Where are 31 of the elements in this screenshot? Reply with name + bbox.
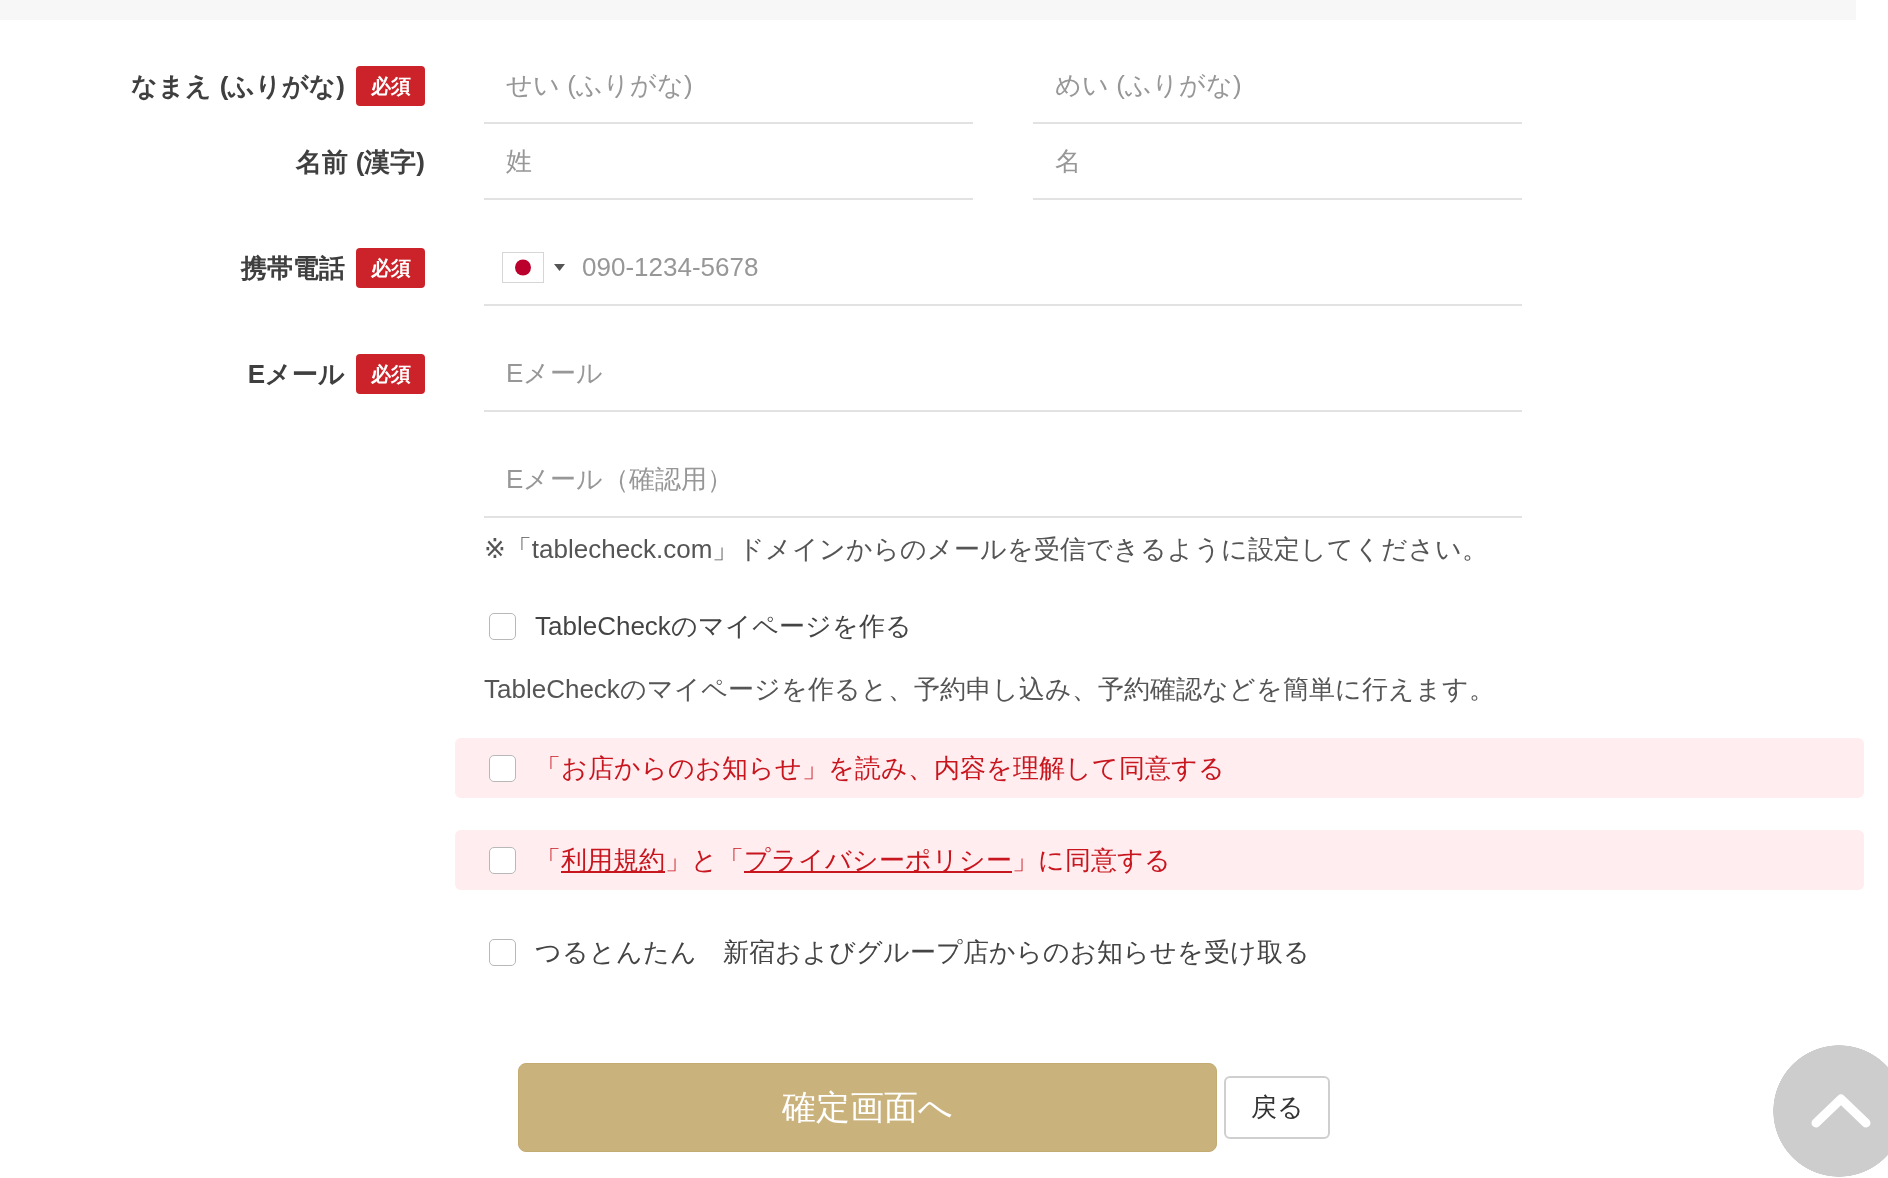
checkbox[interactable]	[489, 612, 516, 640]
country-select[interactable]	[502, 251, 565, 283]
flag-icon	[502, 251, 544, 283]
required-badge: 必須	[356, 248, 425, 288]
consent-label: つるとんたん 新宿およびグループ店からのお知らせを受け取る	[535, 935, 1310, 969]
consent-label: 「利用規約」と「プライバシーポリシー」に同意する	[535, 843, 1171, 877]
field-label: 携帯電話	[241, 251, 345, 285]
text-field[interactable]: めい (ふりがな)	[1033, 48, 1522, 124]
chevron-up-icon	[1811, 1094, 1871, 1128]
required-badge: 必須	[356, 66, 425, 106]
text-link[interactable]: プライバシーポリシー	[744, 844, 1012, 875]
consent-label: TableCheckのマイページを作る	[535, 609, 912, 643]
back-button[interactable]: 戻る	[1224, 1076, 1330, 1139]
text-field[interactable]: Eメール	[484, 336, 1522, 412]
text-field[interactable]: Eメール（確認用）	[484, 442, 1522, 518]
consent-description: TableCheckのマイページを作ると、予約申し込み、予約確認などを簡単に行えます。	[484, 674, 1496, 704]
checkbox[interactable]	[489, 938, 516, 966]
checkbox[interactable]	[489, 846, 516, 874]
field-label: 名前 (漢字)	[296, 145, 425, 179]
field-label: なまえ (ふりがな)	[131, 69, 345, 103]
text-field[interactable]: 姓	[484, 124, 973, 200]
text-field[interactable]: 名	[1033, 124, 1522, 200]
checkbox[interactable]	[489, 754, 516, 782]
caret-icon	[554, 263, 565, 271]
text-link[interactable]: 利用規約	[561, 844, 665, 875]
text-field[interactable]: せい (ふりがな)	[484, 48, 973, 124]
phone-number-input[interactable]: 090-1234-5678	[565, 237, 1522, 297]
note-text: ※「tablecheck.com」ドメインからのメールを受信できるように設定してください。	[484, 533, 1489, 565]
required-badge: 必須	[356, 354, 425, 394]
consent-label: 「お店からのお知らせ」を読み、内容を理解して同意する	[535, 751, 1225, 785]
field-label: Eメール	[247, 357, 345, 391]
